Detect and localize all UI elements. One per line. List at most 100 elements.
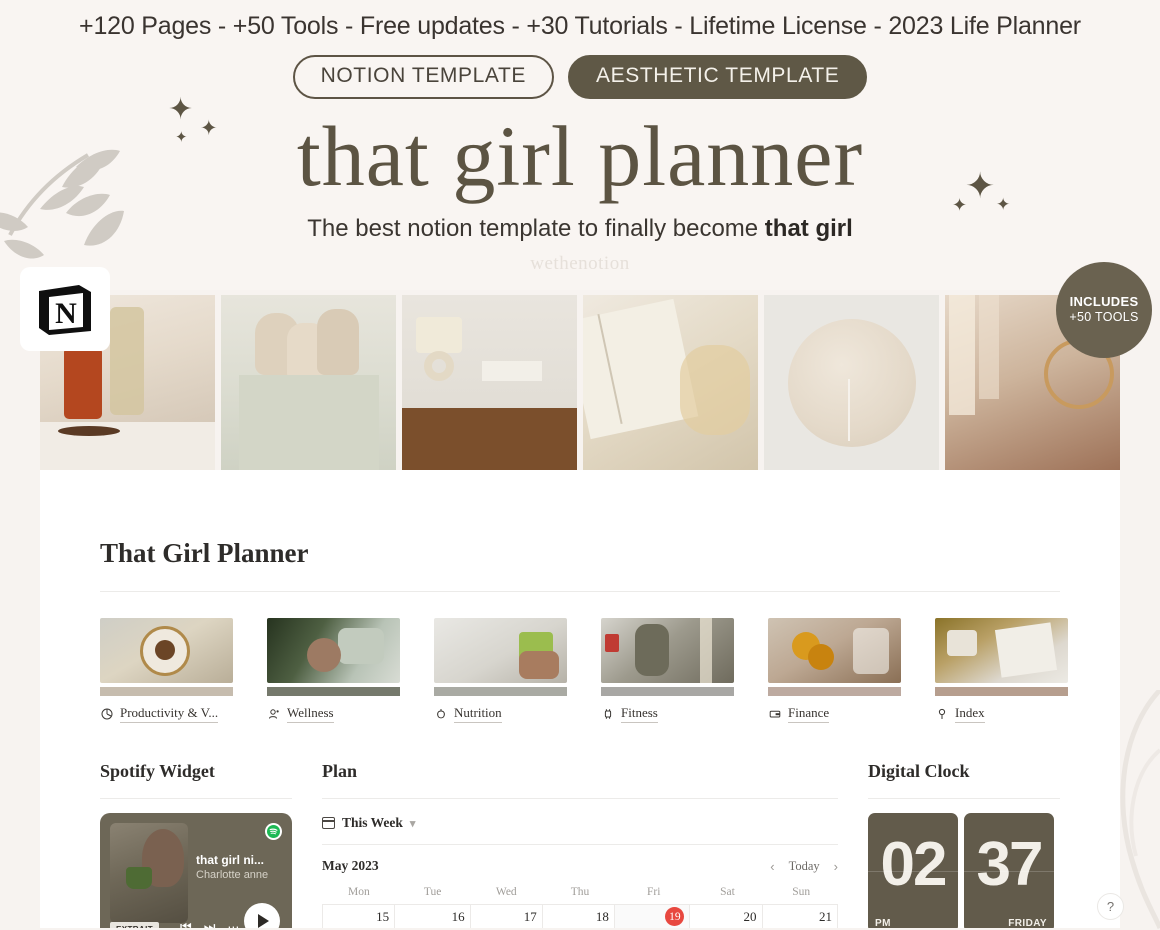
calendar-view-label: This Week — [342, 815, 403, 830]
spotify-icon — [265, 823, 282, 840]
help-button[interactable]: ? — [1097, 893, 1124, 920]
page-title: That Girl Planner — [100, 538, 309, 568]
playback-controls: ⏮ ⏭ ⋯ — [180, 919, 240, 928]
calendar-next-button[interactable]: › — [834, 859, 838, 874]
aesthetic-template-pill: AESTHETIC TEMPLATE — [568, 55, 868, 99]
strip-image-book — [583, 295, 758, 470]
includes-badge-line1: INCLUDES — [1069, 294, 1139, 310]
clock-heading: Digital Clock — [868, 761, 970, 781]
gallery-card[interactable]: Nutrition — [434, 618, 567, 723]
calendar-day-cell[interactable]: 18 — [543, 905, 615, 928]
strip-image-lamp — [402, 295, 577, 470]
leaf-branch-decoration — [0, 149, 124, 259]
day-number: 21 — [819, 909, 833, 924]
weekday-label: Fri — [647, 886, 661, 898]
weekday-label: Sun — [792, 886, 811, 898]
next-track-icon[interactable]: ⏭ — [204, 919, 216, 928]
weekday-label: Sat — [720, 886, 735, 898]
calendar-toolbar: May 2023 ‹ Today › — [322, 858, 838, 874]
promo-banner: +120 Pages - +50 Tools - Free updates - … — [0, 0, 1160, 290]
pin-icon — [935, 708, 948, 721]
person-icon — [267, 708, 280, 721]
plan-column: Plan This Week ▾ May 2023 ‹ Today › Mon … — [322, 761, 839, 928]
gallery-label: Nutrition — [434, 705, 567, 723]
svg-text:N: N — [55, 297, 77, 330]
title-divider — [100, 591, 1060, 592]
day-number: 20 — [743, 909, 757, 924]
day-number: 17 — [523, 909, 537, 924]
sparkle-icon: ✦ — [965, 165, 996, 206]
hero-subtitle: The best notion template to finally beco… — [0, 215, 1160, 243]
track-artist: Charlotte anne — [196, 869, 269, 881]
gallery-color-bar — [601, 687, 734, 696]
weekday-label: Thu — [570, 886, 590, 898]
notion-template-pill: NOTION TEMPLATE — [292, 55, 554, 99]
spotify-widget-heading: Spotify Widget — [100, 761, 215, 781]
gallery-label-text: Productivity & V... — [120, 705, 219, 723]
track-title: that girl ni... — [196, 853, 264, 867]
gallery-thumbnail — [768, 618, 901, 683]
notion-logo: N — [20, 267, 110, 351]
gallery-color-bar — [100, 687, 233, 696]
weekday-label: Mon — [347, 886, 370, 898]
hero-subtitle-prefix: The best notion template to finally beco… — [307, 215, 765, 242]
calendar-day-cell-today[interactable]: 19 New Task — [614, 905, 691, 928]
clock-meridiem: PM — [875, 918, 891, 928]
day-number-today: 19 — [665, 907, 685, 926]
gallery-label-text: Nutrition — [454, 705, 502, 723]
digital-clock: 02 PM 37 FRIDAY — [868, 813, 1060, 928]
clock-weekday: FRIDAY — [1008, 918, 1047, 928]
plan-heading: Plan — [322, 761, 358, 781]
track-meta: that girl ni... Charlotte anne — [196, 853, 288, 881]
strip-image-plate — [764, 295, 939, 470]
calendar-toolbar-divider — [322, 844, 838, 845]
pie-chart-icon — [100, 708, 113, 721]
gallery-card[interactable]: Fitness — [601, 618, 734, 723]
spotify-divider — [100, 798, 292, 799]
section-gallery: Productivity & V... Wellness Nutrition F… — [100, 618, 1068, 723]
gallery-thumbnail — [434, 618, 567, 683]
weekday-label: Tue — [423, 886, 442, 898]
sparkle-icon: ✦ — [168, 93, 194, 126]
gallery-card[interactable]: Index — [935, 618, 1068, 723]
calendar-prev-button[interactable]: ‹ — [770, 859, 774, 874]
gallery-color-bar — [935, 687, 1068, 696]
previous-track-icon[interactable]: ⏮ — [180, 919, 192, 928]
calendar-day-cell[interactable]: 16 New Task — [395, 905, 471, 928]
calendar-grid: 15 16 New Task 17 18 — [322, 904, 839, 928]
gallery-color-bar — [267, 687, 400, 696]
calendar-day-cell[interactable]: 17 — [471, 905, 543, 928]
clock-divider — [868, 798, 1060, 799]
calendar-day-cell[interactable]: 15 — [322, 905, 396, 928]
gallery-card[interactable]: Wellness — [267, 618, 400, 723]
calendar-day-cell[interactable]: 21 New Task — [763, 905, 839, 928]
watch-icon — [601, 708, 614, 721]
calendar-today-button[interactable]: Today — [789, 859, 820, 874]
gallery-label: Finance — [768, 705, 901, 723]
gallery-card[interactable]: Finance — [768, 618, 901, 723]
sparkle-icon: ✦ — [200, 117, 218, 140]
wallet-icon — [768, 708, 781, 721]
more-options-icon[interactable]: ⋯ — [227, 920, 240, 928]
gallery-thumbnail — [267, 618, 400, 683]
calendar-navigation: ‹ Today › — [770, 859, 838, 874]
clock-column: Digital Clock 02 PM 37 FRIDAY — [868, 761, 1060, 928]
apple-icon — [434, 708, 447, 721]
clock-hours: 02 — [880, 830, 948, 899]
sparkle-icon: ✦ — [175, 129, 188, 146]
spotify-player[interactable]: that girl ni... Charlotte anne EXTRAIT ⏮… — [100, 813, 292, 928]
calendar-day-cell[interactable]: 20 — [690, 905, 763, 928]
gallery-label-text: Wellness — [287, 705, 334, 723]
sparkle-icon: ✦ — [996, 195, 1011, 214]
notion-page: That Girl Planner Productivity & V... We… — [40, 470, 1120, 928]
clock-minutes: 37 — [976, 830, 1044, 899]
hero-subtitle-bold: that girl — [764, 215, 853, 242]
gallery-color-bar — [768, 687, 901, 696]
gallery-card[interactable]: Productivity & V... — [100, 618, 233, 723]
gallery-color-bar — [434, 687, 567, 696]
calendar-view-selector[interactable]: This Week ▾ — [322, 815, 838, 831]
includes-tools-badge: INCLUDES +50 TOOLS — [1056, 262, 1152, 358]
notion-block-icon: N — [39, 285, 91, 335]
play-button[interactable] — [244, 903, 280, 928]
calendar-month-label: May 2023 — [322, 858, 379, 873]
